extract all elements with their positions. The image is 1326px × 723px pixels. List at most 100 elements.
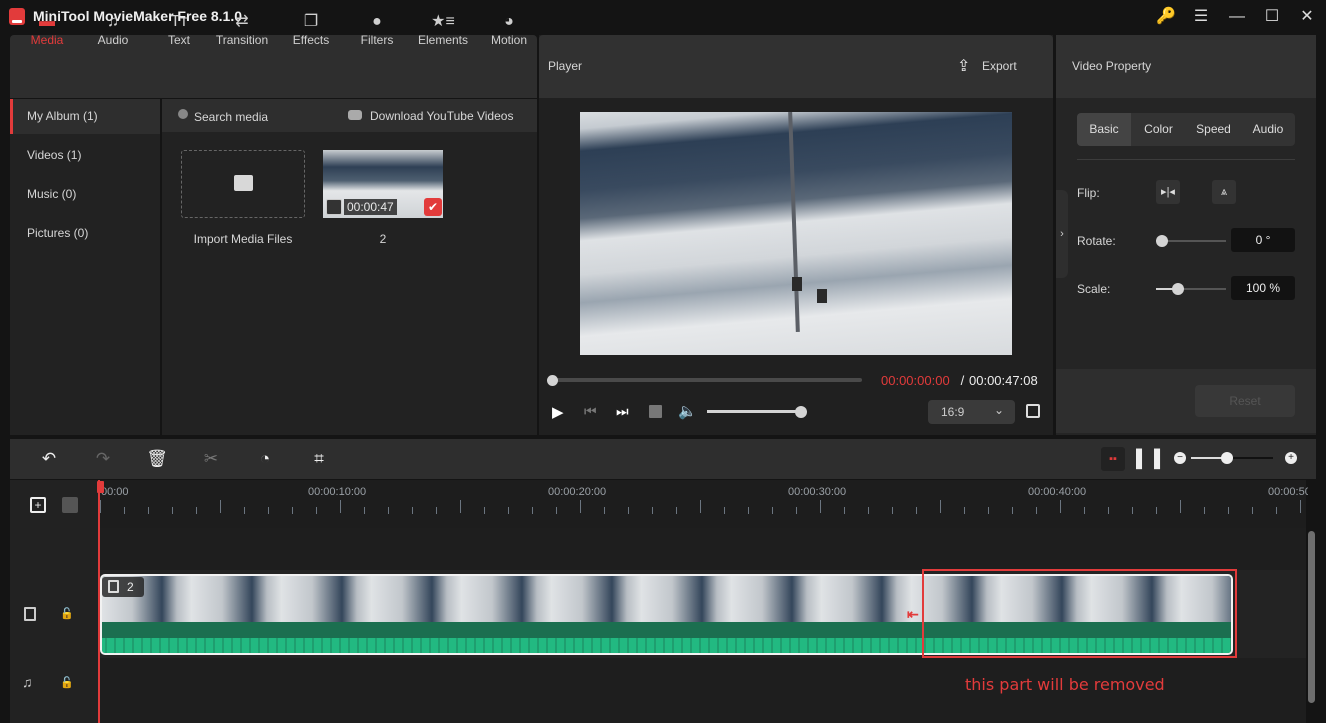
ruler-tick — [652, 507, 653, 514]
auto-fit-icon[interactable]: ▪▪ — [1101, 447, 1125, 471]
scissors-icon[interactable]: ✂ — [200, 449, 222, 469]
tab-text[interactable]: Tт Text — [150, 0, 208, 63]
ruler-tick — [988, 507, 989, 514]
ruler-tick — [508, 507, 509, 514]
ruler-tick — [1204, 507, 1205, 514]
flip-horizontal-icon[interactable]: ▸|◂ — [1156, 180, 1180, 204]
sidebar-item-pictures[interactable]: Pictures (0) — [10, 216, 160, 251]
ruler-tick — [580, 500, 581, 513]
flip-vertical-icon[interactable]: ⩓ — [1212, 180, 1236, 204]
time-separator: / — [957, 373, 968, 388]
play-button[interactable]: ▶ — [552, 403, 564, 421]
motion-icon: ◕ — [504, 13, 514, 30]
import-media-label: Import Media Files — [193, 232, 293, 246]
ruler-tick — [340, 500, 341, 513]
rotate-handle[interactable] — [1156, 235, 1168, 247]
gondola — [817, 289, 827, 303]
ruler-tick — [844, 507, 845, 514]
playback-progress-bar[interactable] — [553, 378, 862, 382]
tab-filters[interactable]: ● Filters — [348, 0, 406, 63]
ruler-label: 00:00:10:00 — [308, 486, 367, 498]
tab-audio[interactable]: ♫ Audio — [84, 0, 142, 63]
ruler-tick — [1156, 507, 1157, 514]
aspect-ratio-dropdown[interactable]: 16:9 ⌄ — [928, 400, 1015, 424]
ruler-label: 00:00:30:00 — [788, 486, 847, 498]
ruler-tick — [820, 500, 821, 513]
clip-name: 2 — [127, 580, 134, 594]
maximize-icon[interactable]: ☐ — [1260, 6, 1284, 28]
tab-elements[interactable]: ★≡ Elements — [412, 0, 474, 63]
timeline-ruler[interactable] — [100, 480, 1306, 528]
export-button[interactable]: Export — [982, 59, 1017, 73]
filters-icon: ● — [372, 13, 382, 30]
effects-icon: ❐ — [303, 13, 319, 30]
sidebar-item-music[interactable]: Music (0) — [10, 177, 160, 212]
ruler-tick — [1036, 507, 1037, 514]
tab-effects[interactable]: ❐ Effects — [282, 0, 340, 63]
search-media-input[interactable]: Search media — [194, 110, 268, 124]
total-time: 00:00:47:08 — [969, 373, 1038, 388]
volume-icon[interactable]: 🔈 — [678, 402, 697, 420]
minimize-icon[interactable]: — — [1225, 6, 1249, 28]
tab-motion[interactable]: ◕ Motion — [480, 0, 538, 63]
playhead-handle[interactable] — [97, 481, 104, 493]
music-track-icon: ♫ — [22, 674, 33, 690]
ruler-tick — [700, 500, 701, 513]
menu-icon[interactable]: ☰ — [1189, 6, 1213, 28]
volume-handle[interactable] — [795, 406, 807, 418]
ruler-tick — [1060, 500, 1061, 513]
stop-button[interactable] — [649, 405, 662, 418]
reset-button[interactable]: Reset — [1195, 385, 1295, 417]
playback-scrubber-handle[interactable] — [547, 375, 558, 386]
next-frame-button[interactable]: ⏭ — [616, 403, 629, 420]
key-icon[interactable]: 🔑 — [1154, 6, 1178, 28]
ruler-tick — [676, 507, 677, 514]
trim-handle-icon[interactable]: ⇤ — [907, 606, 919, 623]
removal-annotation: this part will be removed — [965, 675, 1165, 694]
add-track-icon[interactable]: + — [30, 497, 46, 513]
player-title: Player — [548, 59, 583, 73]
close-icon[interactable]: ✕ — [1295, 6, 1319, 28]
zoom-out-icon[interactable]: − — [1174, 452, 1186, 464]
tab-basic[interactable]: Basic — [1077, 113, 1131, 146]
tab-speed[interactable]: Speed — [1186, 113, 1241, 146]
ruler-tick — [412, 507, 413, 514]
tab-audio-property[interactable]: Audio — [1241, 113, 1295, 146]
sidebar-item-videos[interactable]: Videos (1) — [10, 138, 160, 173]
volume-slider[interactable] — [707, 410, 801, 413]
ruler-tick — [940, 500, 941, 513]
chevron-down-icon: ⌄ — [994, 403, 1005, 417]
selected-check-icon[interactable]: ✔ — [424, 198, 442, 216]
playhead[interactable] — [98, 480, 100, 723]
previous-frame-button[interactable]: ⏮ — [584, 403, 597, 420]
fullscreen-icon[interactable] — [1026, 404, 1040, 418]
download-youtube-button[interactable]: Download YouTube Videos — [370, 109, 513, 123]
sidebar-item-my-album[interactable]: My Album (1) — [10, 99, 160, 134]
speed-icon[interactable]: ◔ — [254, 449, 276, 469]
lock-icon[interactable]: 🔓 — [60, 607, 74, 620]
lock-icon[interactable]: 🔓 — [60, 676, 74, 689]
tab-transition[interactable]: ⇄ Transition — [210, 0, 274, 63]
ruler-tick — [172, 507, 173, 514]
redo-icon[interactable]: ↷ — [92, 449, 114, 469]
scale-handle[interactable] — [1172, 283, 1184, 295]
ruler-tick — [1012, 507, 1013, 514]
crop-icon[interactable]: ⌗ — [308, 449, 330, 469]
undo-icon[interactable]: ↶ — [38, 449, 60, 469]
zoom-in-icon[interactable]: + — [1285, 452, 1297, 464]
zoom-handle[interactable] — [1221, 452, 1233, 464]
rotate-slider[interactable] — [1160, 240, 1226, 242]
snap-icon[interactable]: ▌▐ — [1136, 449, 1160, 469]
collapse-panel-handle[interactable]: › — [1056, 190, 1068, 278]
timeline-vertical-scrollbar[interactable] — [1308, 531, 1315, 703]
ruler-label: 00:00:50 — [1268, 486, 1308, 498]
tab-media[interactable]: ▬ Media — [18, 0, 76, 63]
tab-color[interactable]: Color — [1131, 113, 1186, 146]
scale-value-input[interactable]: 100 % — [1231, 276, 1295, 300]
remove-track-icon[interactable] — [62, 497, 78, 513]
ruler-tick — [388, 507, 389, 514]
rotate-value-input[interactable]: 0 ° — [1231, 228, 1295, 252]
ruler-tick — [1300, 500, 1301, 513]
search-icon — [178, 109, 188, 119]
delete-icon[interactable]: 🗑 — [146, 449, 168, 469]
